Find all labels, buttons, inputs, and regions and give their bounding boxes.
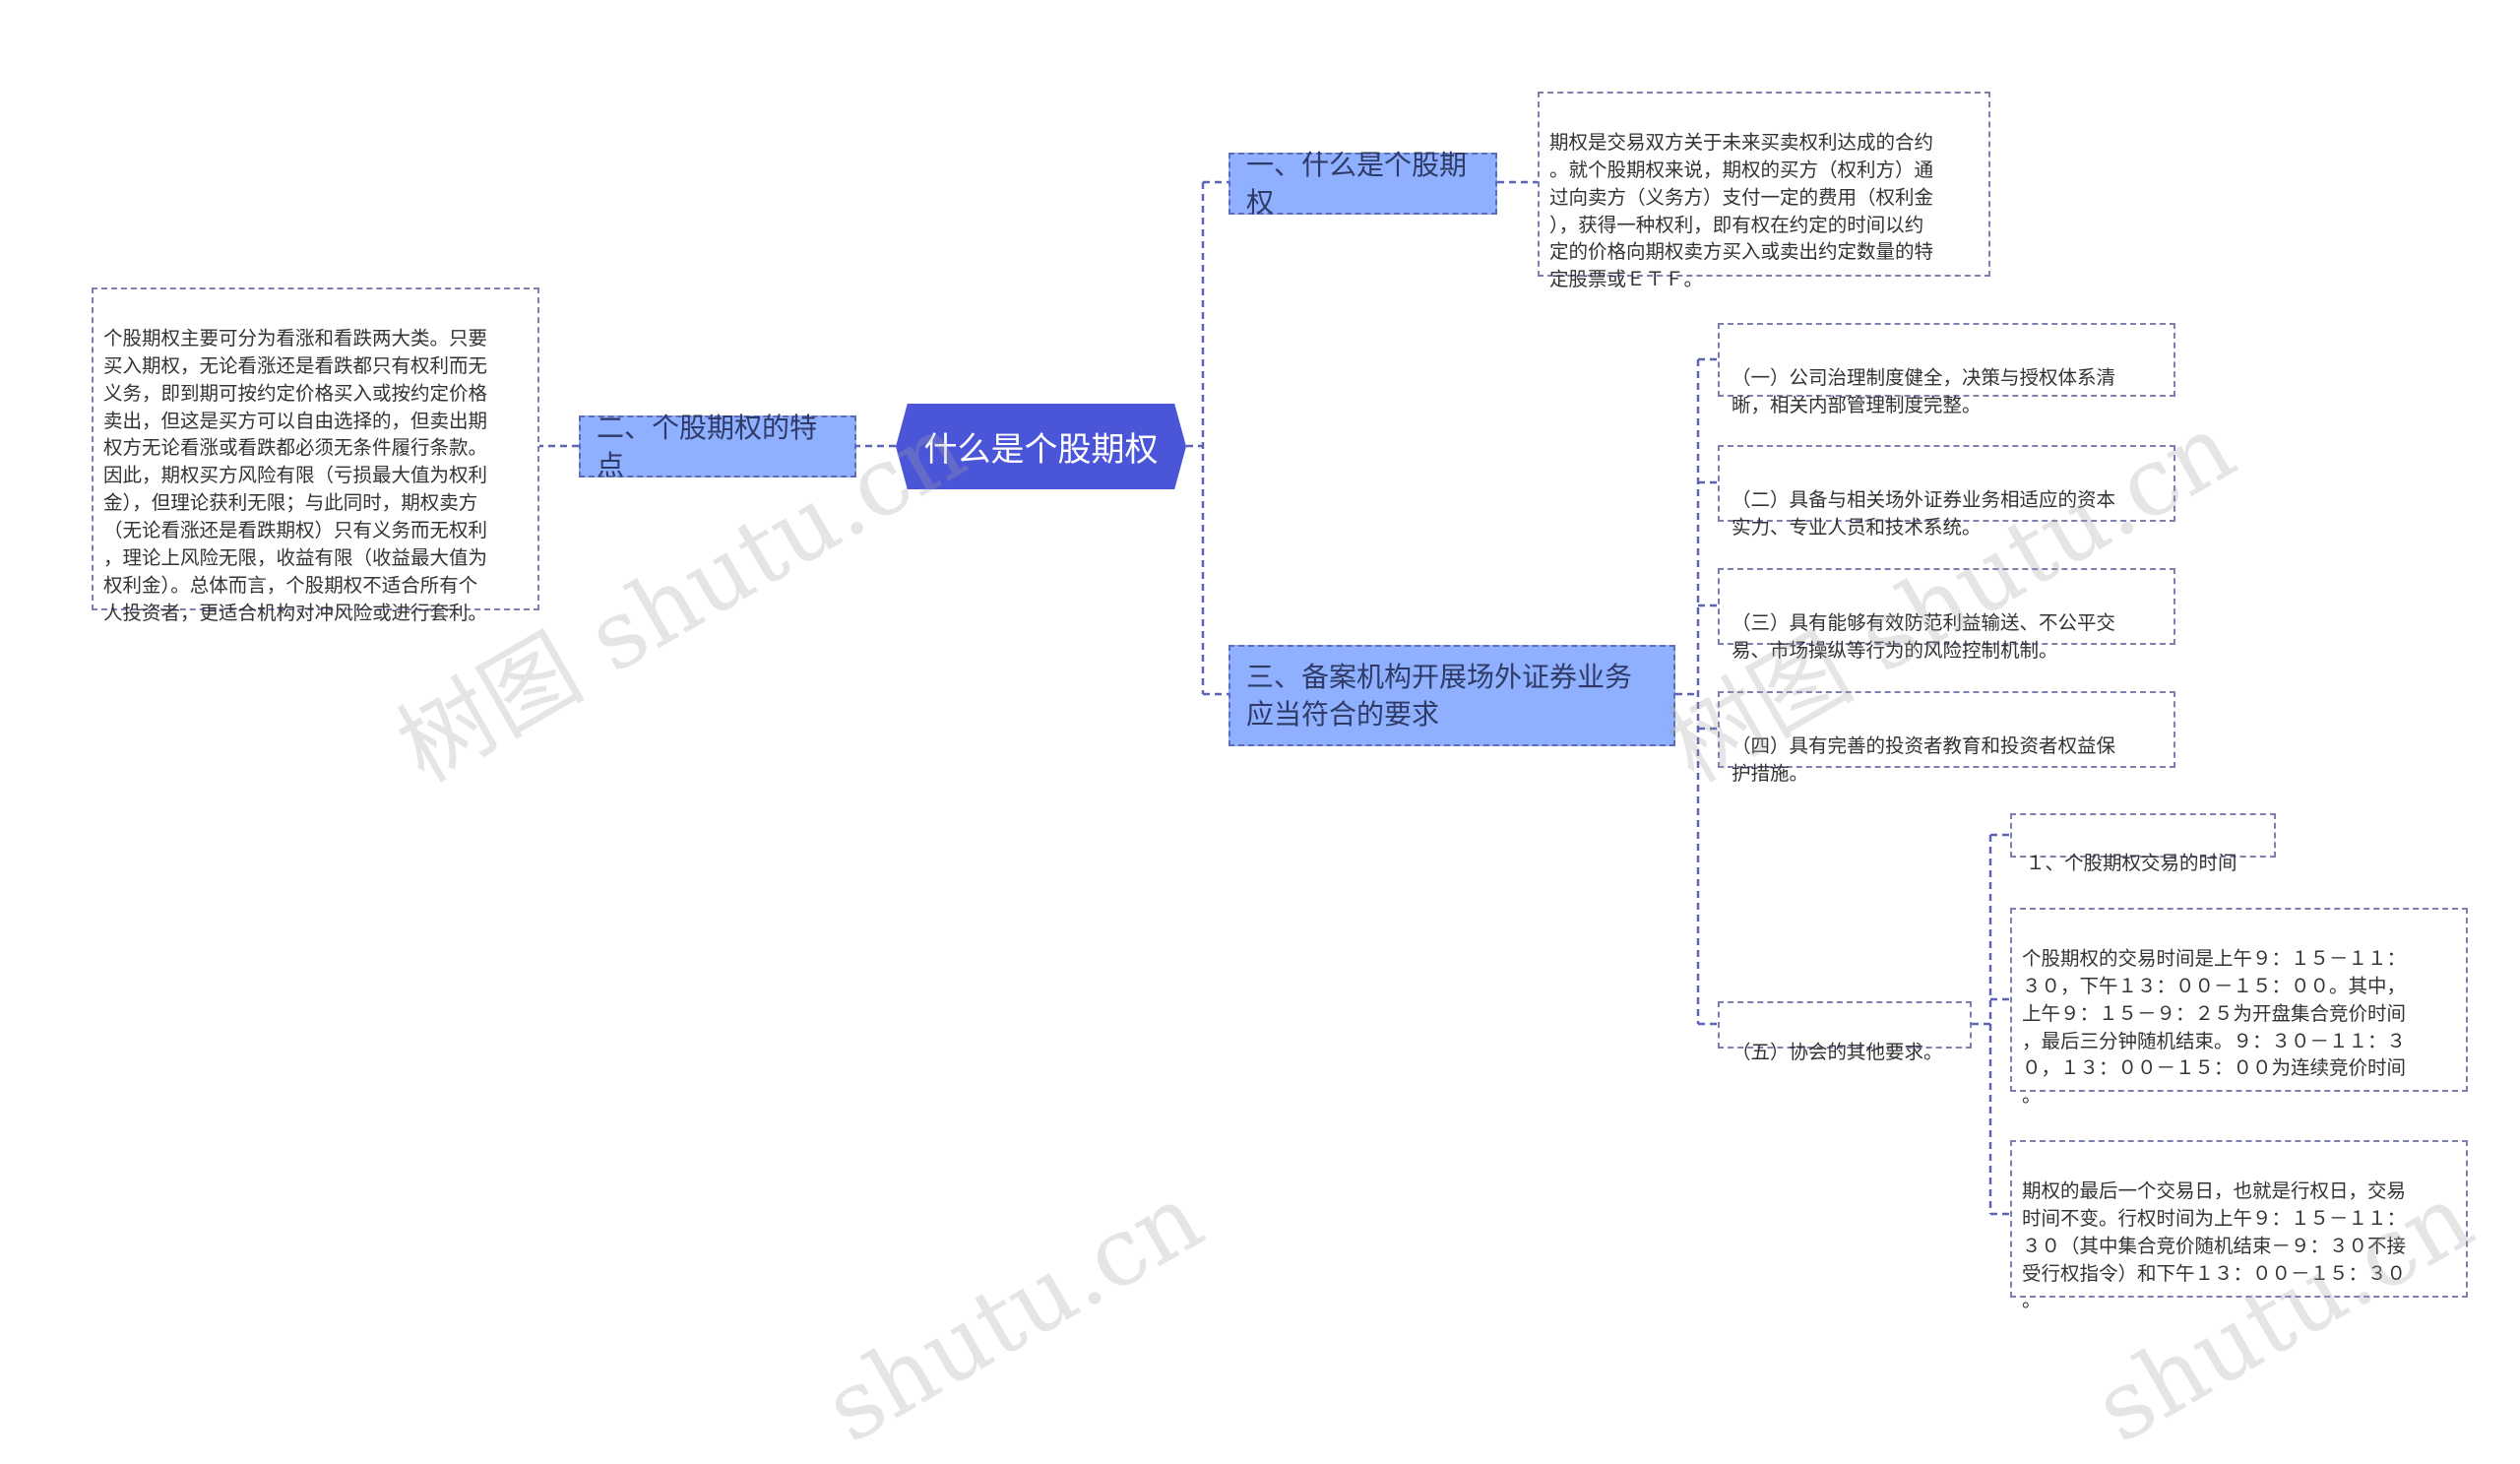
leaf-requirement-3[interactable]: （三）具有能够有效防范利益输送、不公平交 易、市场操纵等行为的风险控制机制。	[1718, 568, 2175, 662]
leaf-requirement-1[interactable]: （一）公司治理制度健全，决策与授权体系清 晰，相关内部管理制度完整。	[1718, 323, 2175, 416]
leaf-requirement-2[interactable]: （二）具备与相关场外证券业务相适应的资本 实力、专业人员和技术系统。	[1718, 445, 2175, 539]
branch-what-is-stock-option[interactable]: 一、什么是个股期权	[1228, 149, 1497, 219]
leaf-text: １、个股期权交易的时间	[2026, 851, 2237, 874]
root-label: 什么是个股期权	[923, 430, 1159, 470]
leaf-option-definition[interactable]: 期权是交易双方关于未来买卖权利达成的合约 。就个股期权来说，期权的买方（权利方）…	[1538, 92, 1990, 290]
branch-label: 三、备案机构开展场外证券业务应当符合的要求	[1246, 660, 1633, 731]
leaf-text: 期权的最后一个交易日，也就是行权日，交易 时间不变。行权时间为上午９：１５－１１…	[2022, 1178, 2407, 1312]
leaf-text: （三）具有能够有效防范利益输送、不公平交 易、市场操纵等行为的风险控制机制。	[1732, 610, 2116, 662]
leaf-trading-time-title[interactable]: １、个股期权交易的时间	[2010, 813, 2276, 874]
leaf-option-features[interactable]: 个股期权主要可分为看涨和看跌两大类。只要 买入期权，无论看涨还是看跌都只有权利而…	[92, 287, 539, 624]
leaf-text: 个股期权的交易时间是上午９：１５－１１： ３０，下午１３：００－１５：００。其中…	[2022, 946, 2407, 1108]
leaf-requirement-4[interactable]: （四）具有完善的投资者教育和投资者权益保 护措施。	[1718, 691, 2175, 785]
branch-filing-institution-requirements[interactable]: 三、备案机构开展场外证券业务应当符合的要求	[1228, 645, 1675, 746]
leaf-trading-time-detail[interactable]: 个股期权的交易时间是上午９：１５－１１： ３０，下午１３：００－１５：００。其中…	[2010, 908, 2468, 1107]
branch-stock-option-features[interactable]: 二、个股期权的特点	[579, 412, 856, 481]
branch-label: 二、个股期权的特点	[597, 411, 818, 481]
mindmap-canvas: 什么是个股期权 一、什么是个股期权 二、个股期权的特点 三、备案机构开展场外证券…	[0, 0, 2520, 1464]
branch-label: 一、什么是个股期权	[1246, 148, 1468, 219]
leaf-text: 期权是交易双方关于未来买卖权利达成的合约 。就个股期权来说，期权的买方（权利方）…	[1549, 130, 1934, 291]
leaf-requirement-5[interactable]: （五）协会的其他要求。	[1718, 1001, 1972, 1063]
leaf-text: 个股期权主要可分为看涨和看跌两大类。只要 买入期权，无论看涨还是看跌都只有权利而…	[103, 326, 488, 624]
leaf-last-trading-day[interactable]: 期权的最后一个交易日，也就是行权日，交易 时间不变。行权时间为上午９：１５－１１…	[2010, 1140, 2468, 1311]
root-node[interactable]: 什么是个股期权	[896, 404, 1186, 489]
leaf-text: （五）协会的其他要求。	[1732, 1040, 1943, 1063]
